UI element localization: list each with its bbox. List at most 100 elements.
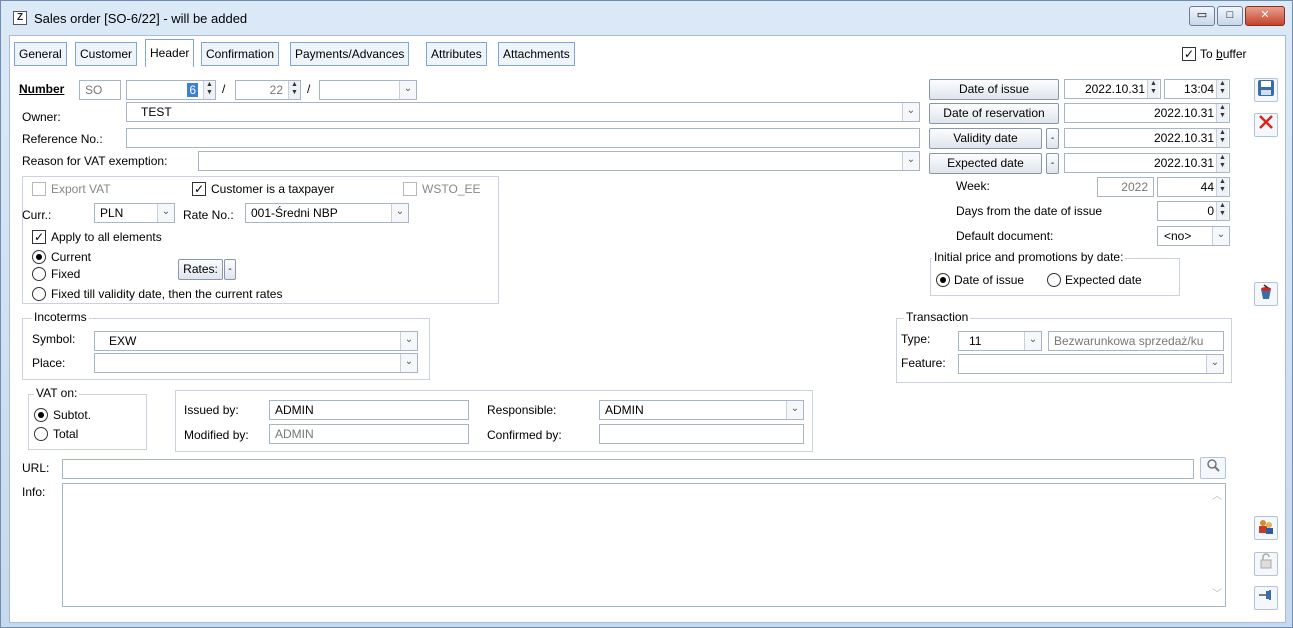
bucket-icon[interactable]	[1254, 282, 1278, 306]
minimize-button[interactable]: ▭	[1189, 6, 1215, 26]
rate-current-radio[interactable]	[32, 250, 46, 264]
cancel-icon[interactable]	[1254, 113, 1278, 137]
to-buffer-label: To buffer	[1200, 47, 1247, 61]
price-expected-radio[interactable]	[1047, 273, 1061, 287]
days-label: Days from the date of issue	[956, 204, 1103, 218]
chevron-down-icon[interactable]: ⌄	[157, 204, 174, 222]
taxpayer-checkbox[interactable]: ✓	[192, 182, 206, 196]
expected-date-spinner[interactable]: ▲ ▼	[1216, 154, 1228, 172]
wsto-label: WSTO_EE	[422, 182, 481, 196]
chevron-down-icon[interactable]: ⌄	[1024, 332, 1041, 350]
days-spinner[interactable]: ▲ ▼	[1216, 202, 1228, 220]
feature-select[interactable]	[958, 354, 1224, 374]
reservation-date-spinner[interactable]: ▲ ▼	[1216, 104, 1228, 122]
scroll-up-icon[interactable]: ︿	[1212, 487, 1222, 502]
vat-total-radio[interactable]	[34, 427, 48, 441]
rate-fixed-till-radio[interactable]	[32, 287, 46, 301]
issued-by-field: ADMIN	[269, 400, 469, 420]
apply-all-checkbox[interactable]: ✓	[32, 230, 46, 244]
issue-time-spinner[interactable]: ▲ ▼	[1216, 80, 1228, 98]
chevron-down-icon[interactable]: ⌄	[1206, 355, 1223, 373]
reservation-date-field[interactable]: 2022.10.31	[1064, 103, 1230, 123]
confirmed-by-field	[599, 424, 804, 444]
reference-input[interactable]	[126, 128, 920, 148]
confirmed-by-label: Confirmed by:	[487, 428, 562, 442]
tab-attachments[interactable]: Attachments	[498, 42, 575, 66]
chevron-down-icon[interactable]: ⌄	[391, 204, 408, 222]
week-label: Week:	[956, 179, 990, 193]
tab-general[interactable]: General	[14, 42, 67, 66]
issue-date-spinner[interactable]: ▲ ▼	[1147, 80, 1159, 98]
symbol-select[interactable]: EXW	[94, 331, 418, 351]
date-of-issue-button[interactable]: Date of issue	[929, 79, 1059, 100]
date-of-reservation-button[interactable]: Date of reservation	[929, 103, 1059, 124]
validity-date-button[interactable]: Validity date	[929, 128, 1042, 149]
type-label: Type:	[901, 332, 931, 346]
chevron-down-icon[interactable]: ⌄	[400, 354, 417, 372]
wsto-checkbox[interactable]	[403, 182, 417, 196]
year-spinner[interactable]: ▲ ▼	[288, 81, 300, 99]
price-expected-label: Expected date	[1065, 273, 1142, 287]
save-icon[interactable]	[1254, 78, 1278, 102]
expected-date-field[interactable]: 2022.10.31	[1064, 153, 1230, 173]
rate-fixed-till-label: Fixed till validity date, then the curre…	[51, 287, 283, 301]
chevron-down-icon[interactable]: ⌄	[400, 332, 417, 350]
tab-confirmation[interactable]: Confirmation	[201, 42, 280, 66]
vat-exemption-select[interactable]	[198, 151, 920, 171]
contacts-icon[interactable]	[1254, 516, 1278, 540]
lock-icon[interactable]	[1254, 552, 1278, 576]
vat-subtot-radio[interactable]	[34, 408, 48, 422]
url-label: URL:	[22, 461, 50, 475]
chevron-down-icon[interactable]: ⌄	[399, 81, 416, 99]
vat-total-label: Total	[53, 427, 79, 441]
tab-attributes[interactable]: Attributes	[426, 42, 487, 66]
rates-button[interactable]: Rates:	[178, 259, 223, 280]
rate-select[interactable]: 001-Średni NBP	[245, 203, 409, 223]
close-button[interactable]: ✕	[1245, 6, 1285, 26]
vat-exemption-label: Reason for VAT exemption:	[22, 154, 168, 168]
week-year-field: 2022	[1097, 177, 1154, 197]
chevron-down-icon[interactable]: ⌄	[1212, 227, 1229, 245]
chevron-down-icon[interactable]: ⌄	[786, 401, 803, 419]
expected-date-button[interactable]: Expected date	[929, 153, 1042, 174]
owner-select[interactable]: TEST	[126, 102, 920, 122]
chevron-down-icon[interactable]: ⌄	[902, 152, 919, 170]
rate-fixed-label: Fixed	[51, 267, 81, 281]
number-label: Number	[19, 82, 65, 96]
week-spinner[interactable]: ▲ ▼	[1216, 178, 1228, 196]
responsible-select[interactable]: ADMIN	[599, 400, 804, 420]
title-bar: Z Sales order [SO-6/22] - will be added …	[1, 1, 1292, 35]
number-spinner[interactable]: ▲ ▼	[203, 81, 215, 99]
default-document-label: Default document:	[956, 229, 1054, 243]
pin-icon[interactable]	[1254, 586, 1278, 610]
app-icon: Z	[13, 11, 27, 25]
place-select[interactable]	[94, 353, 418, 373]
maximize-button[interactable]: □	[1217, 6, 1243, 26]
url-open-icon[interactable]	[1200, 457, 1226, 479]
price-date-issue-radio[interactable]	[936, 273, 950, 287]
validity-date-spinner[interactable]: ▲ ▼	[1216, 129, 1228, 147]
reference-label: Reference No.:	[22, 132, 103, 146]
tab-payments-advances[interactable]: Payments/Advances	[290, 42, 410, 66]
number-separator: /	[222, 82, 226, 96]
type-description: Bezwarunkowa sprzedaż/ku	[1048, 331, 1224, 351]
window: Z Sales order [SO-6/22] - will be added …	[0, 0, 1293, 628]
expected-date-menu-button[interactable]: -	[1046, 153, 1059, 174]
series-separator: /	[307, 82, 311, 96]
symbol-label: Symbol:	[32, 332, 76, 346]
tab-customer[interactable]: Customer	[75, 42, 138, 66]
to-buffer-checkbox[interactable]: ✓	[1182, 47, 1196, 61]
validity-date-menu-button[interactable]: -	[1046, 128, 1059, 149]
issued-by-label: Issued by:	[184, 403, 239, 417]
info-textarea[interactable]	[62, 483, 1226, 607]
chevron-down-icon[interactable]: ⌄	[902, 103, 919, 121]
tab-header[interactable]: Header	[145, 39, 195, 67]
rate-fixed-radio[interactable]	[32, 267, 46, 281]
rates-menu-button[interactable]: -	[224, 259, 236, 280]
responsible-label: Responsible:	[487, 403, 557, 417]
rate-current-label: Current	[51, 250, 92, 264]
url-input[interactable]	[62, 459, 1194, 479]
export-vat-checkbox[interactable]	[32, 182, 46, 196]
scroll-down-icon[interactable]: ﹀	[1212, 585, 1222, 600]
validity-date-field[interactable]: 2022.10.31	[1064, 128, 1230, 148]
